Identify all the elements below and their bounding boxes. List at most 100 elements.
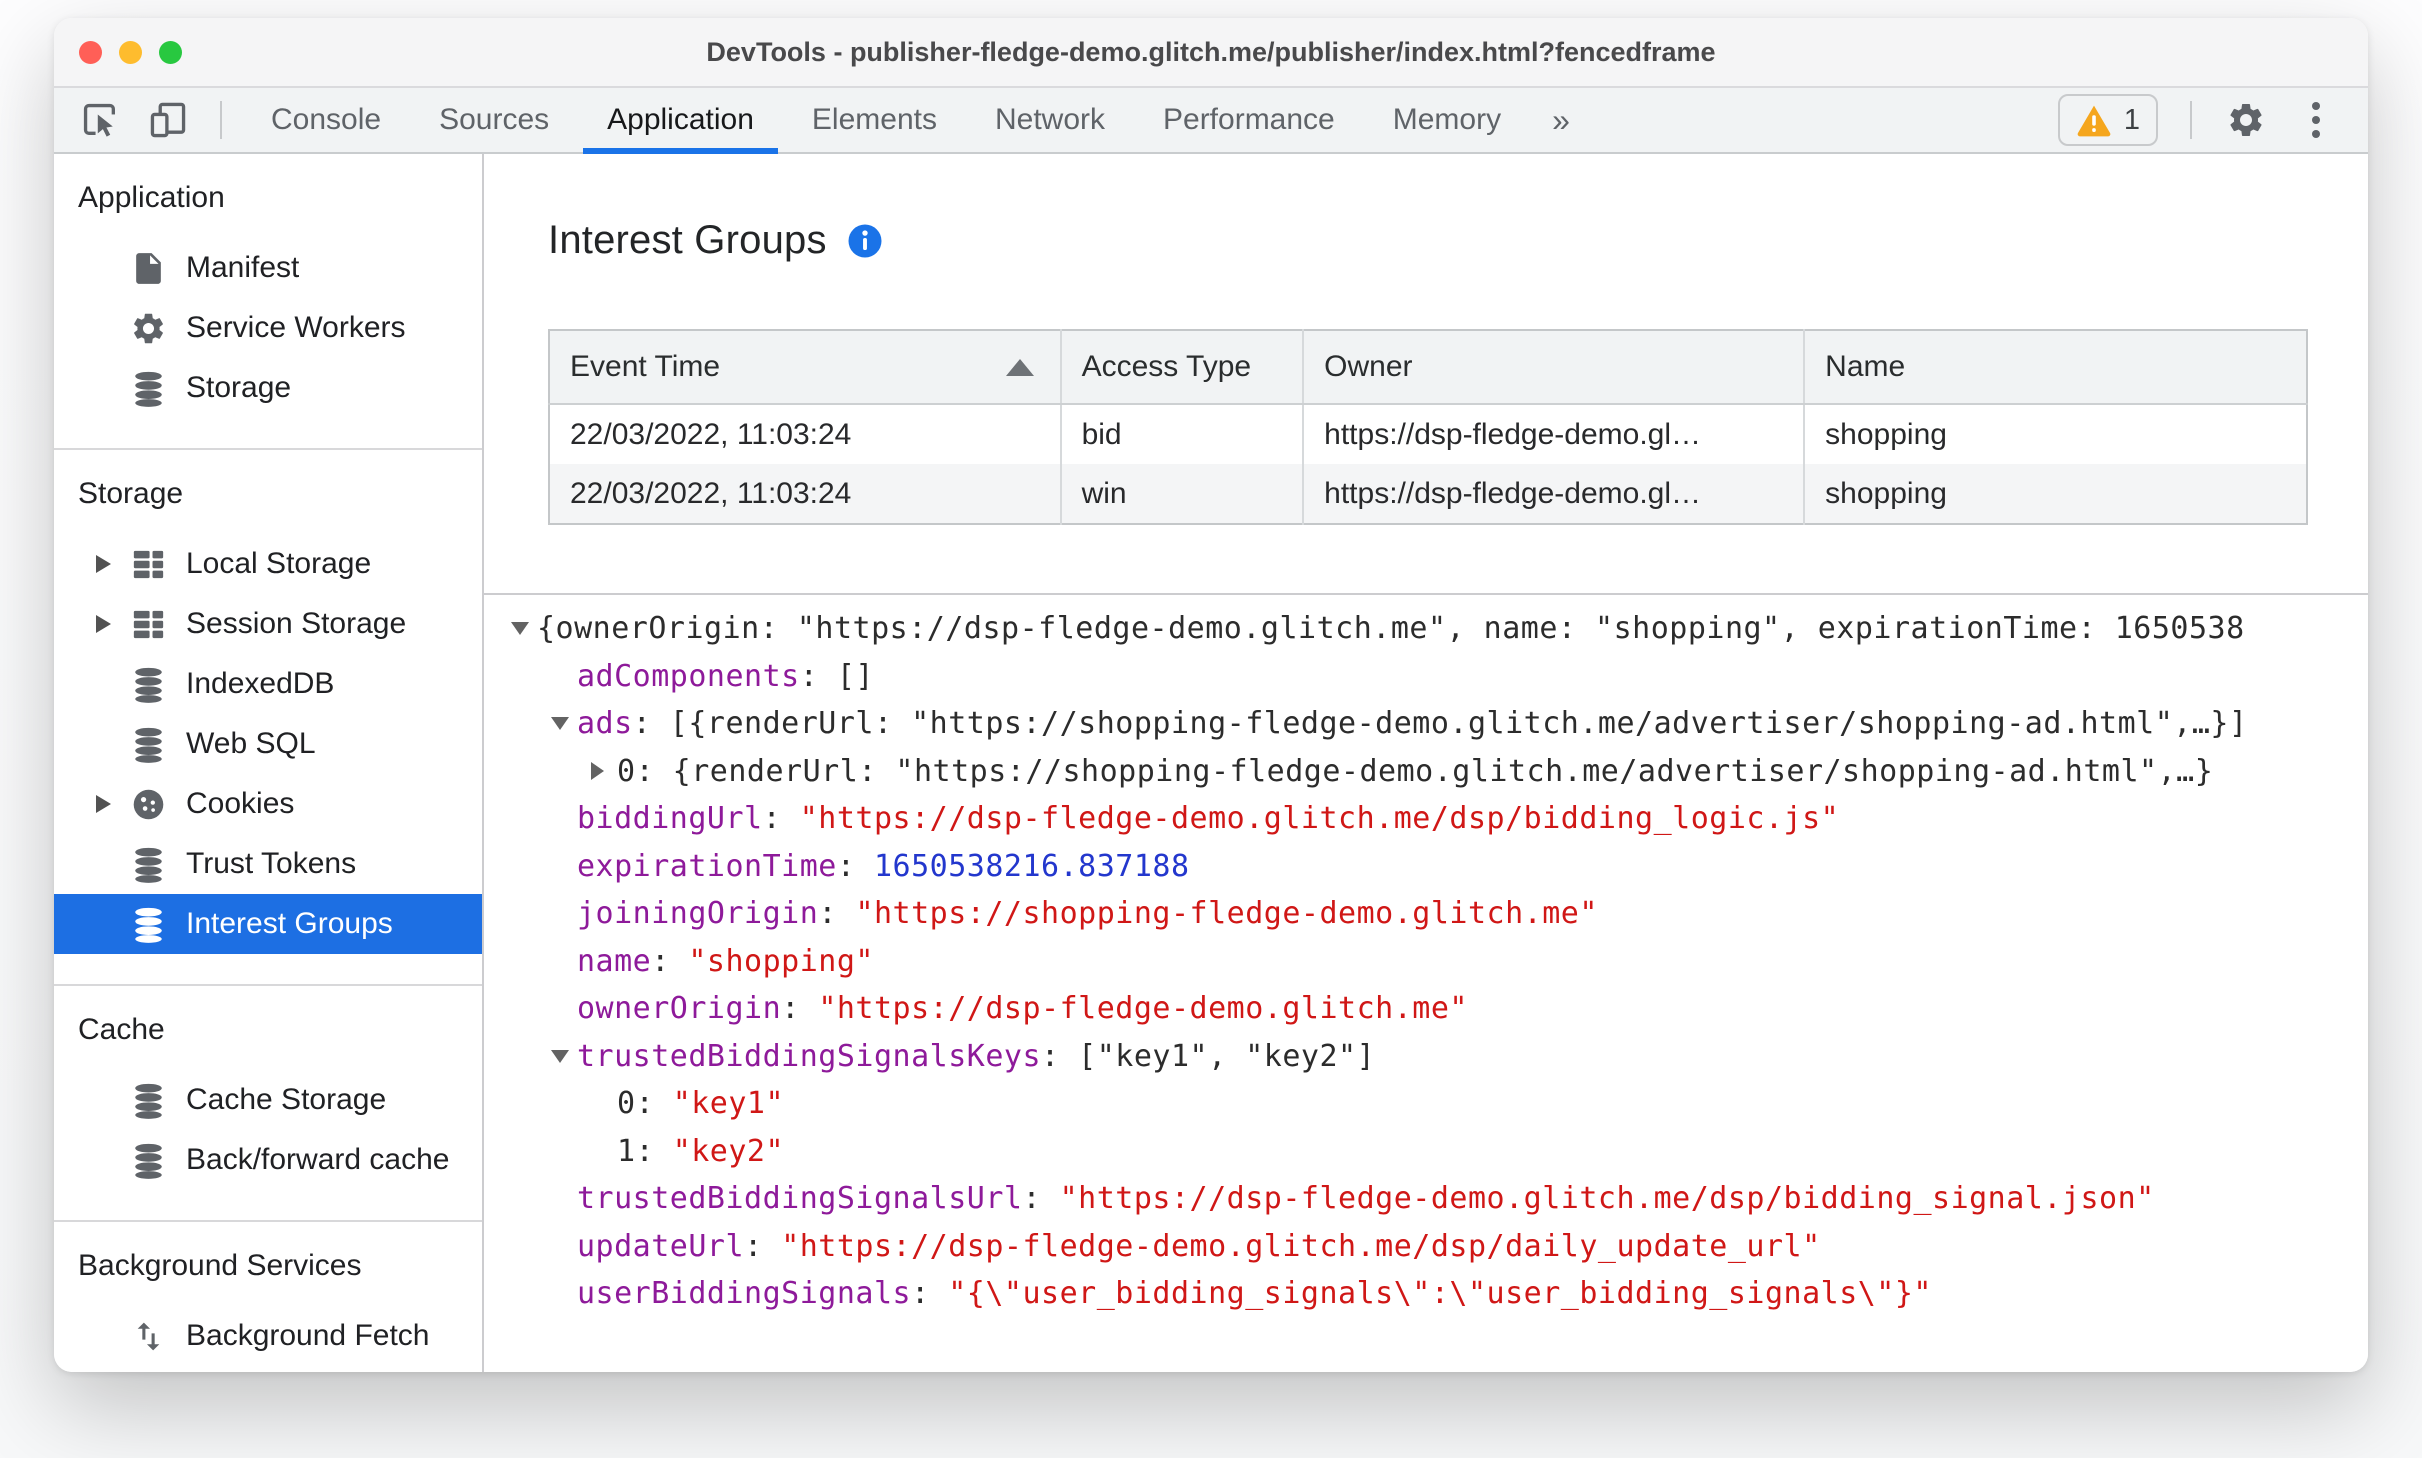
sidebar-item-label: Storage — [186, 371, 292, 404]
json-string-value: "https://dsp-fledge-demo.glitch.me/dsp/b… — [1059, 1181, 2155, 1217]
sidebar-item-local-storage[interactable]: Local Storage — [54, 534, 482, 594]
expand-arrow-icon[interactable] — [96, 555, 128, 573]
tree-line[interactable]: 1: "key2" — [511, 1128, 2368, 1176]
tab-label: Performance — [1163, 103, 1335, 136]
table-row[interactable]: 22/03/2022, 11:03:24 win https://dsp-fledg… — [549, 464, 2307, 524]
tree-line[interactable]: trustedBiddingSignalsUrl: "https://dsp-f… — [511, 1175, 2368, 1223]
sidebar-item-manifest[interactable]: Manifest — [54, 238, 482, 298]
tree-line[interactable]: 0: {renderUrl: "https://shopping-fledge-… — [511, 748, 2368, 796]
expand-arrow-icon[interactable] — [96, 795, 128, 813]
more-tabs-button[interactable]: » — [1530, 88, 1592, 152]
collapse-arrow-icon[interactable] — [551, 1049, 577, 1063]
database-icon — [128, 1080, 168, 1120]
table-cell: bid — [1060, 404, 1305, 464]
table-cell: win — [1060, 464, 1305, 524]
tree-line[interactable]: ads: [{renderUrl: "https://shopping-fled… — [511, 700, 2368, 748]
sidebar-section-application: Application Manifest Service Workers Storag… — [54, 154, 482, 450]
tree-line[interactable]: userBiddingSignals: "{\"user_bidding_sig… — [511, 1270, 2368, 1318]
minimize-button[interactable] — [119, 40, 142, 64]
window-title: DevTools - publisher-fledge-demo.glitch.… — [706, 36, 1716, 67]
json-text: : — [911, 1276, 949, 1312]
sidebar-item-background-fetch[interactable]: Background Fetch — [54, 1306, 482, 1366]
column-header-access-type[interactable]: Access Type — [1060, 330, 1305, 405]
sidebar-item-storage[interactable]: Storage — [54, 358, 482, 418]
tree-line[interactable]: adComponents: [] — [511, 653, 2368, 701]
sidebar-item-label: Interest Groups — [186, 907, 393, 940]
sidebar-item-indexeddb[interactable]: IndexedDB — [54, 654, 482, 714]
tab-application[interactable]: Application — [578, 88, 783, 154]
application-sidebar: Application Manifest Service Workers Storag… — [54, 154, 484, 1372]
database-icon — [128, 368, 168, 408]
tree-line[interactable]: {ownerOrigin: "https://dsp-fledge-demo.g… — [511, 605, 2368, 653]
json-text: 0 — [617, 1086, 636, 1122]
json-string-value: "https://dsp-fledge-demo.glitch.me/dsp/b… — [799, 801, 1840, 837]
sidebar-section-title: Storage — [78, 477, 184, 510]
sidebar-item-session-storage[interactable]: Session Storage — [54, 594, 482, 654]
json-text: : — [781, 991, 819, 1027]
tree-line[interactable]: biddingUrl: "https://dsp-fledge-demo.gli… — [511, 795, 2368, 843]
toolbar-separator — [220, 101, 222, 139]
tab-network[interactable]: Network — [966, 88, 1134, 152]
sidebar-item-cookies[interactable]: Cookies — [54, 774, 482, 834]
expand-arrow-icon[interactable] — [591, 762, 617, 781]
devtools-toolbar: Console Sources Application Elements Network… — [54, 88, 2368, 154]
json-property-name: adComponents — [577, 658, 800, 694]
kebab-menu-icon[interactable] — [2294, 98, 2338, 142]
tree-line[interactable]: expirationTime: 1650538216.837188 — [511, 843, 2368, 891]
close-button[interactable] — [79, 40, 102, 64]
table-cell: shopping — [1825, 476, 1947, 510]
tab-memory[interactable]: Memory — [1364, 88, 1530, 152]
page-title: Interest Groups — [548, 218, 827, 262]
sidebar-item-web-sql[interactable]: Web SQL — [54, 714, 482, 774]
database-icon — [128, 904, 168, 944]
json-text: : [] — [799, 658, 874, 694]
column-header-event-time[interactable]: Event Time — [549, 330, 1062, 405]
gear-icon[interactable] — [2224, 98, 2268, 142]
sidebar-item-service-workers[interactable]: Service Workers — [54, 298, 482, 358]
sidebar-item-label: IndexedDB — [186, 667, 335, 700]
column-header-owner[interactable]: Owner — [1303, 330, 1806, 405]
json-string-value: "https://dsp-fledge-demo.glitch.me/dsp/d… — [781, 1228, 1821, 1264]
sidebar-item-interest-groups[interactable]: Interest Groups — [54, 894, 482, 954]
tree-line[interactable]: ownerOrigin: "https://dsp-fledge-demo.gl… — [511, 985, 2368, 1033]
expand-arrow-icon[interactable] — [96, 615, 128, 633]
toolbar-separator — [2190, 101, 2192, 139]
info-icon[interactable] — [847, 223, 883, 259]
tree-line[interactable]: 0: "key1" — [511, 1080, 2368, 1128]
tab-elements[interactable]: Elements — [783, 88, 966, 152]
document-icon — [128, 248, 168, 288]
sidebar-item-back-forward-cache[interactable]: Back/forward cache — [54, 1130, 482, 1190]
tab-performance[interactable]: Performance — [1134, 88, 1364, 152]
devtools-window: DevTools - publisher-fledge-demo.glitch.… — [54, 18, 2368, 1372]
datagrid-icon — [128, 544, 168, 584]
warning-badge[interactable]: 1 — [2057, 94, 2158, 146]
tab-console[interactable]: Console — [242, 88, 410, 152]
database-icon — [128, 1140, 168, 1180]
zoom-button[interactable] — [159, 40, 182, 64]
tab-label: Console — [271, 103, 382, 136]
json-property-name: biddingUrl — [577, 801, 763, 837]
sidebar-item-label: Service Workers — [186, 311, 406, 344]
json-string-value: "key2" — [672, 1133, 785, 1169]
json-text: : {renderUrl: "https://shopping-fledge-d… — [635, 753, 2214, 789]
sort-ascending-icon — [1005, 359, 1034, 376]
tab-sources[interactable]: Sources — [410, 88, 578, 152]
tree-line[interactable]: trustedBiddingSignalsKeys: ["key1", "key… — [511, 1033, 2368, 1081]
warning-icon — [2077, 105, 2111, 137]
json-text: : — [635, 1133, 673, 1169]
database-icon — [128, 664, 168, 704]
tree-line[interactable]: joiningOrigin: "https://shopping-fledge-… — [511, 890, 2368, 938]
tree-line[interactable]: name: "shopping" — [511, 938, 2368, 986]
column-header-name[interactable]: Name — [1804, 330, 2307, 405]
tree-line[interactable]: updateUrl: "https://dsp-fledge-demo.glit… — [511, 1223, 2368, 1271]
column-header-label: Name — [1825, 350, 1906, 383]
json-property-name: trustedBiddingSignalsUrl — [577, 1181, 1023, 1217]
sidebar-item-cache-storage[interactable]: Cache Storage — [54, 1070, 482, 1130]
collapse-arrow-icon[interactable] — [511, 622, 537, 636]
sidebar-item-trust-tokens[interactable]: Trust Tokens — [54, 834, 482, 894]
collapse-arrow-icon[interactable] — [551, 717, 577, 731]
device-toolbar-icon[interactable] — [146, 98, 190, 142]
sidebar-item-label: Manifest — [186, 251, 300, 284]
inspect-icon[interactable] — [78, 98, 122, 142]
table-row[interactable]: 22/03/2022, 11:03:24 bid https://dsp-fledg… — [549, 404, 2307, 464]
